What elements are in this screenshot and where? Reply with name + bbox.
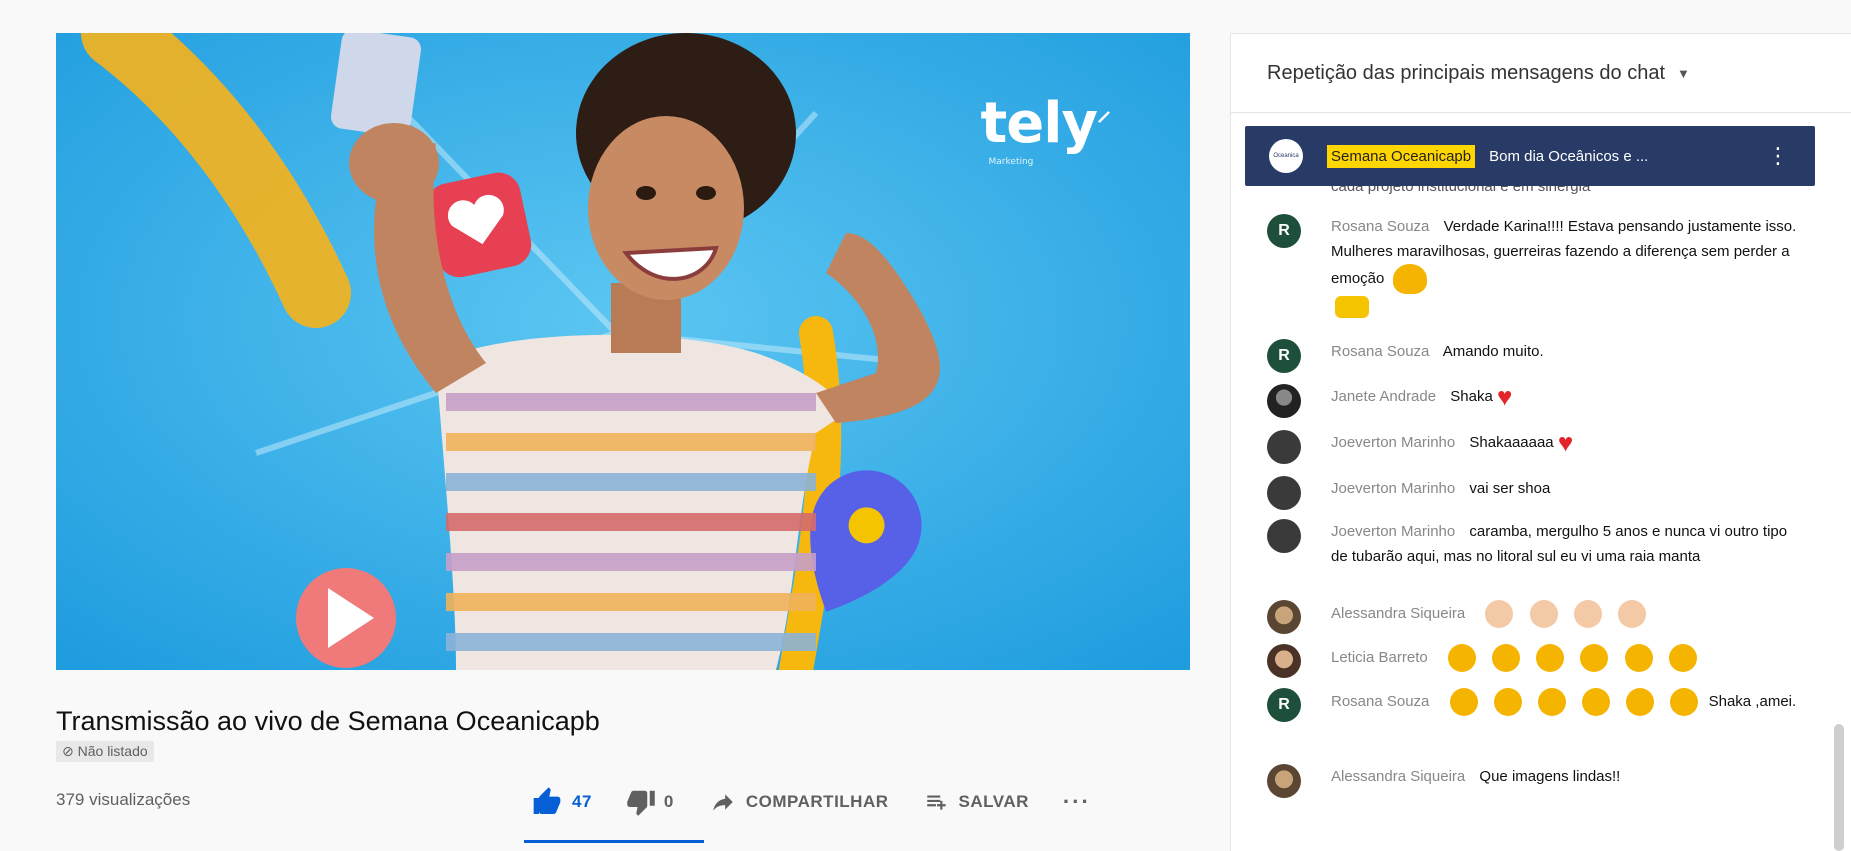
clapping-hands-emoji	[1670, 688, 1699, 716]
dropdown-caret-icon: ▼	[1677, 65, 1690, 81]
message-text: Shaka	[1450, 388, 1493, 405]
more-actions-button[interactable]: ···	[1063, 789, 1091, 815]
avatar	[1267, 384, 1301, 418]
avatar: R	[1267, 339, 1301, 373]
like-ratio-bar	[524, 840, 704, 843]
avatar	[1267, 600, 1301, 634]
clapping-hands-emoji	[1582, 688, 1611, 716]
message-text: Amando muito.	[1442, 343, 1544, 360]
clapping-hands-emoji	[1617, 600, 1646, 628]
save-button[interactable]: SALVAR	[923, 789, 1029, 815]
message-author: Joeverton Marinho	[1331, 523, 1456, 540]
chat-mode-selector[interactable]: Repetição das principais mensagens do ch…	[1231, 34, 1851, 113]
chat-message: Alessandra Siqueira	[1267, 600, 1827, 634]
raising-hands-emoji	[1335, 296, 1369, 319]
message-author: Alessandra Siqueira	[1331, 768, 1466, 785]
view-count: 379 visualizações	[56, 790, 191, 809]
clapping-hands-emoji	[1449, 688, 1478, 716]
flexed-biceps-emoji	[1392, 264, 1427, 294]
clapping-hands-emoji	[1492, 644, 1521, 672]
avatar	[1267, 764, 1301, 798]
clapping-hands-emoji	[1580, 644, 1609, 672]
message-author: Rosana Souza	[1331, 343, 1430, 360]
message-author: Joeverton Marinho	[1331, 480, 1456, 497]
clapping-hands-emoji	[1624, 644, 1653, 672]
share-button[interactable]: COMPARTILHAR	[708, 789, 889, 815]
clapping-hands-emoji	[1668, 644, 1697, 672]
message-author: Rosana Souza	[1331, 692, 1430, 710]
brand-logo: tely⸝ Marketing	[980, 91, 1111, 167]
clapping-hands-emoji	[1493, 688, 1522, 716]
chat-message: Joeverton Marinho Shakaaaaaa ♥	[1267, 430, 1827, 464]
message-author: Alessandra Siqueira	[1331, 604, 1466, 622]
kebab-menu-icon[interactable]: ⋮	[1767, 143, 1789, 169]
clapping-hands-emoji	[1447, 644, 1476, 672]
message-author: Rosana Souza	[1331, 218, 1430, 235]
avatar	[1267, 476, 1301, 510]
avatar	[1267, 430, 1301, 464]
dislike-button[interactable]: 0	[626, 787, 674, 817]
avatar	[1267, 644, 1301, 678]
red-heart-emoji: ♥	[1496, 381, 1513, 412]
pinned-message[interactable]: Oceanica Semana Oceanicapb Bom dia Oceân…	[1245, 126, 1815, 186]
clapping-hands-emoji	[1573, 600, 1602, 628]
chat-message: R Rosana Souza Shaka ,amei.	[1267, 688, 1827, 722]
share-arrow-icon	[708, 789, 738, 815]
like-button[interactable]: 47	[530, 786, 592, 818]
avatar: R	[1267, 688, 1301, 722]
chat-scrollbar[interactable]	[1834, 724, 1844, 851]
clapping-hands-emoji	[1536, 644, 1565, 672]
visibility-badge: ⊘ Não listado	[56, 741, 154, 762]
like-count: 47	[572, 792, 592, 811]
message-author: Leticia Barreto	[1331, 648, 1428, 666]
video-actions: 47 0 COMPARTILHAR SALVAR ···	[530, 782, 1091, 822]
video-title: Transmissão ao vivo de Semana Oceanicapb	[56, 706, 600, 736]
red-heart-emoji: ♥	[1557, 427, 1574, 458]
video-player[interactable]: tely⸝ Marketing	[56, 33, 1190, 670]
clapping-hands-emoji	[1485, 600, 1514, 628]
live-chat-panel: Repetição das principais mensagens do ch…	[1230, 33, 1851, 851]
message-text: Shakaaaaaa	[1469, 434, 1554, 451]
pinned-author: Semana Oceanicapb	[1327, 144, 1476, 168]
message-author: Joeverton Marinho	[1331, 434, 1456, 451]
avatar	[1267, 519, 1301, 553]
message-text: Shaka ,amei.	[1708, 692, 1797, 710]
chat-message: Janete Andrade Shaka ♥	[1267, 384, 1827, 418]
thumbs-up-icon	[530, 786, 564, 818]
chat-message: Joeverton Marinho caramba, mergulho 5 an…	[1267, 519, 1827, 569]
clapping-hands-emoji	[1529, 600, 1558, 628]
pinned-text: Bom dia Oceânicos e ...	[1489, 147, 1649, 165]
thumbs-down-icon	[626, 787, 656, 817]
chat-message: R Rosana Souza Verdade Karina!!!! Estava…	[1267, 214, 1827, 319]
chat-message: Joeverton Marinho vai ser shoa	[1267, 476, 1827, 510]
avatar: R	[1267, 214, 1301, 248]
dislike-count: 0	[663, 792, 674, 811]
chat-message: R Rosana Souza Amando muito.	[1267, 339, 1827, 373]
clapping-hands-emoji	[1626, 688, 1655, 716]
eye-off-icon: ⊘	[62, 743, 78, 759]
playlist-add-icon	[923, 789, 951, 815]
avatar: Oceanica	[1269, 139, 1303, 173]
message-author: Janete Andrade	[1331, 388, 1437, 405]
chat-message: Leticia Barreto	[1267, 644, 1827, 678]
clapping-hands-emoji	[1537, 688, 1566, 716]
message-text: Que imagens lindas!!	[1479, 768, 1621, 785]
message-text: vai ser shoa	[1469, 480, 1551, 497]
chat-message: Alessandra Siqueira Que imagens lindas!!	[1267, 764, 1827, 798]
